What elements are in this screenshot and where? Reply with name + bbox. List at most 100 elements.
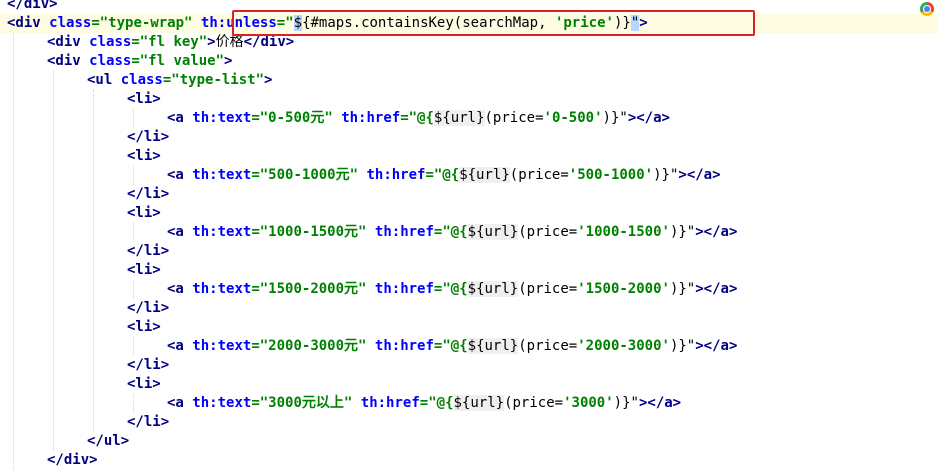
code-token: <a [167, 110, 193, 126]
code-token: th:href [366, 167, 426, 183]
code-token: </div> [47, 452, 98, 468]
code-token: '3000' [563, 395, 614, 411]
code-token: ="@{ [433, 338, 468, 354]
code-token: '500-1000' [568, 167, 654, 183]
code-line[interactable]: <li> [0, 261, 161, 280]
code-line[interactable]: <li> [0, 90, 161, 109]
code-line[interactable]: <a th:text="1000-1500元" th:href="@{${url… [0, 223, 737, 242]
code-token: th:text [192, 167, 252, 183]
highlight-annotation-box [232, 10, 755, 36]
code-token: <li> [127, 148, 161, 164]
code-token: ="fl key" [131, 34, 208, 50]
code-token: ></a> [695, 338, 738, 354]
code-token: ="@{ [433, 281, 468, 297]
code-token: <a [167, 224, 193, 240]
code-token: ="@{ [425, 167, 460, 183]
code-token: (price= [484, 110, 544, 126]
code-token: <div [47, 34, 90, 50]
code-token: ="1500-2000元" [251, 281, 367, 297]
code-line[interactable]: <li> [0, 375, 161, 394]
code-token: )}" [669, 281, 696, 297]
code-token: '2000-3000' [577, 338, 670, 354]
code-token: ></a> [695, 224, 738, 240]
code-token: <li> [127, 376, 161, 392]
code-token: ="type-list" [162, 72, 265, 88]
code-token: )}" [669, 224, 696, 240]
code-token: (price= [518, 338, 578, 354]
code-token: )}" [669, 338, 696, 354]
code-line[interactable]: <a th:text="500-1000元" th:href="@{${url}… [0, 166, 721, 185]
code-line[interactable]: <a th:text="1500-2000元" th:href="@{${url… [0, 280, 737, 299]
code-token: ${url} [467, 338, 519, 354]
code-token: ${url} [467, 224, 519, 240]
code-token: ="1000-1500元" [251, 224, 367, 240]
code-token: class [49, 15, 92, 31]
code-line[interactable]: </div> [0, 451, 98, 470]
code-token: ="3000元以上" [251, 395, 353, 411]
code-token: ${url} [467, 281, 519, 297]
code-line[interactable]: </li> [0, 413, 169, 432]
chrome-icon[interactable] [920, 2, 934, 16]
code-token: ="500-1000元" [251, 167, 359, 183]
code-token: class [120, 72, 163, 88]
code-token: > [224, 53, 233, 69]
code-token: </li> [127, 357, 170, 373]
code-line[interactable]: </div> [0, 0, 58, 14]
code-line[interactable]: </li> [0, 128, 169, 147]
code-token: </div> [243, 34, 295, 50]
code-line[interactable]: <li> [0, 147, 161, 166]
code-token: <li> [127, 205, 161, 221]
code-line[interactable]: </ul> [0, 432, 129, 451]
code-token: <a [167, 281, 193, 297]
code-line[interactable]: </li> [0, 299, 169, 318]
code-token: th:href [374, 224, 434, 240]
code-token: (price= [518, 224, 578, 240]
code-token: ${url} [433, 110, 485, 126]
code-line[interactable]: <a th:text="2000-3000元" th:href="@{${url… [0, 337, 737, 356]
code-token: th:text [192, 224, 252, 240]
code-token: <a [167, 338, 193, 354]
code-token: class [89, 34, 132, 50]
code-line[interactable]: <a th:text="0-500元" th:href="@{${url}(pr… [0, 109, 670, 128]
code-editor[interactable]: </div> <div class="type-wrap" th:unless="… [0, 0, 938, 474]
code-token: th:text [192, 395, 252, 411]
code-token: <a [167, 395, 193, 411]
code-token: </li> [127, 186, 170, 202]
code-token: </div> [7, 0, 58, 12]
code-token: </li> [127, 414, 170, 430]
code-line[interactable]: <a th:text="3000元以上" th:href="@{${url}(p… [0, 394, 681, 413]
code-line[interactable]: </li> [0, 242, 169, 261]
code-token: th:href [360, 395, 420, 411]
code-token: )}" [602, 110, 628, 126]
code-token: th:text [192, 338, 252, 354]
code-token: (price= [504, 395, 564, 411]
code-token: <ul [87, 72, 121, 88]
code-line[interactable]: <div class="fl value"> [0, 52, 232, 71]
code-line[interactable]: </li> [0, 185, 169, 204]
code-token: ></a> [638, 395, 682, 411]
code-token: ="@{ [433, 224, 468, 240]
code-token: th:href [341, 110, 401, 126]
code-token: <li> [127, 91, 161, 107]
code-token: <a [167, 167, 193, 183]
code-token: ="@{ [400, 110, 434, 126]
code-token: th:href [374, 338, 434, 354]
code-line[interactable]: </li> [0, 356, 169, 375]
code-line[interactable]: <li> [0, 204, 161, 223]
code-token: ${url} [459, 167, 510, 183]
code-token: </li> [127, 243, 170, 259]
code-token: ${url} [453, 395, 505, 411]
code-token: ="@{ [419, 395, 454, 411]
code-token: (price= [518, 281, 578, 297]
code-token: ></a> [627, 110, 670, 126]
code-token: )}" [653, 167, 679, 183]
code-line[interactable]: <ul class="type-list"> [0, 71, 272, 90]
code-token: th:text [192, 110, 252, 126]
code-token: </ul> [87, 433, 130, 449]
code-token: '1000-1500' [577, 224, 670, 240]
code-line[interactable]: <li> [0, 318, 161, 337]
